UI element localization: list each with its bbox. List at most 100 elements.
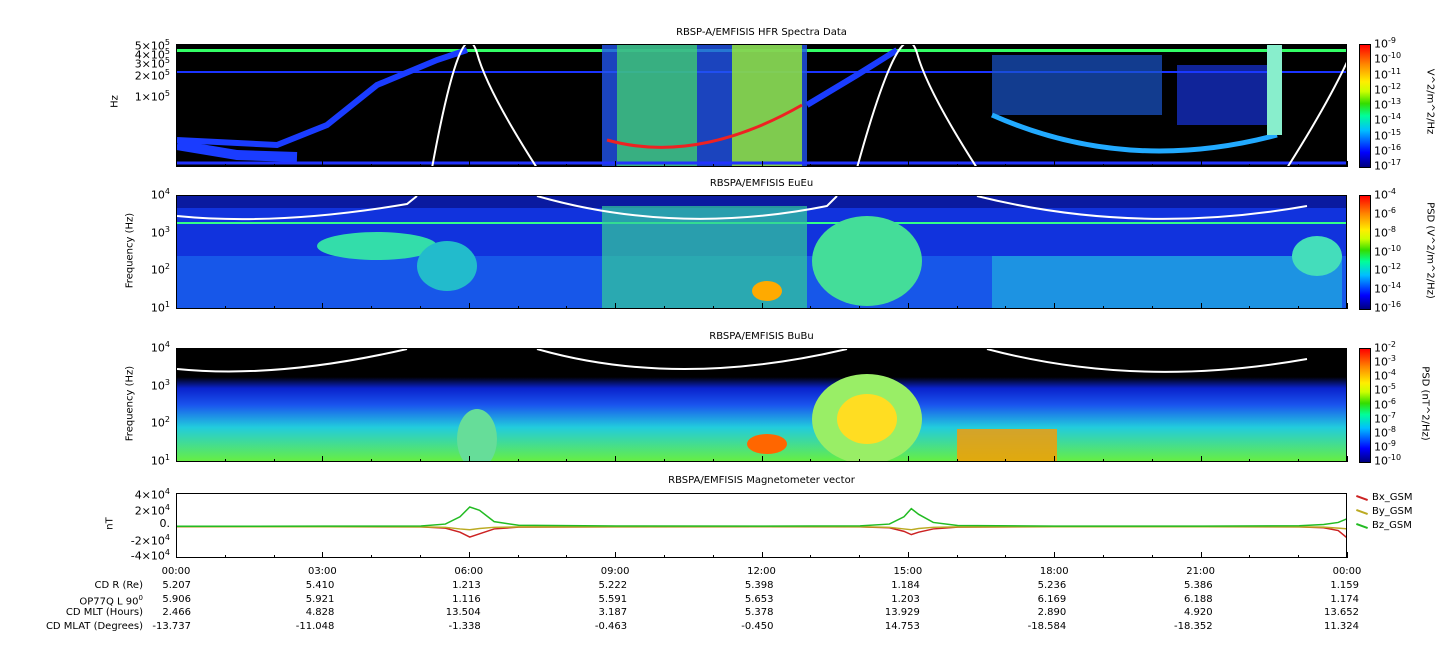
ephemeris-value: 2.466 [162,607,191,618]
x-tick-mark [956,555,958,558]
x-tick-mark [322,552,324,558]
ephemeris-value: 1.174 [1330,593,1359,605]
ephemeris-value: -13.737 [152,620,191,632]
x-tick-mark [761,303,763,309]
ephemeris-value: -11.048 [295,620,335,632]
magnetometer-plot [176,493,1347,558]
x-tick-mark [419,459,421,462]
ytick: 101 [150,300,170,315]
ephemeris-value: -0.463 [594,620,628,632]
ephemeris-value: -1.338 [448,620,481,632]
time-tick-label: 09:00 [600,566,630,577]
x-tick-mark [566,306,568,309]
colorbar-hfr-label: V^2/m^2/Hz [1424,68,1436,135]
time-tick-label: 03:00 [307,566,337,577]
x-tick-mark [1103,555,1105,558]
ephemeris-value: 5.921 [305,593,335,605]
ytick: 102 [150,415,170,430]
ytick: 102 [150,262,170,277]
x-tick-mark [468,456,470,462]
x-tick-mark [517,555,519,558]
x-tick-mark [1200,161,1202,167]
time-tick-label: 21:00 [1186,566,1216,577]
ytick: 1×105 [134,89,170,104]
x-tick-mark [1151,459,1153,462]
x-tick-mark [615,456,617,462]
x-tick-mark [761,456,763,462]
x-tick-mark [1103,459,1105,462]
x-tick-mark [419,555,421,558]
ephemeris-value: 1.116 [452,593,481,605]
ephemeris-value: 4.920 [1183,607,1213,618]
colorbar-tick-label: 10-6 [1374,396,1396,412]
x-tick-mark [1151,164,1153,167]
x-tick-mark [273,164,275,167]
time-tick-label: 06:00 [454,566,484,577]
ephemeris-value: 13.929 [884,607,920,618]
panel3-ylabel: Frequency (Hz) [124,365,136,442]
legend-swatch [1356,522,1368,529]
x-tick-mark [907,456,909,462]
colorbar-hfr [1359,44,1371,168]
x-tick-mark [371,555,373,558]
ephemeris-value: 1.213 [452,580,481,591]
colorbar-tick-label: 10-15 [1374,127,1402,143]
x-tick-mark [859,164,861,167]
x-tick-mark [1054,161,1056,167]
panel2-title: RBSPA/EMFISIS EuEu [709,178,814,189]
ytick: -2×104 [130,533,170,548]
x-tick-mark [419,306,421,309]
x-tick-mark [1298,459,1300,462]
x-tick-mark [273,306,275,309]
x-tick-mark [1005,306,1007,309]
ephemeris-value: 11.324 [1324,620,1359,632]
x-tick-mark [663,164,665,167]
x-tick-mark [1005,459,1007,462]
ephemeris-value: 5.906 [162,593,191,605]
ytick: 104 [150,187,170,202]
x-tick-mark [1200,456,1202,462]
x-tick-mark [1200,303,1202,309]
colorbar-tick-label: 10-8 [1374,224,1396,240]
ephemeris-value: 5.222 [598,580,628,591]
ytick: 2×105 [134,68,170,83]
x-tick-mark [1298,164,1300,167]
x-tick-mark [1347,303,1348,309]
ephemeris-value: 1.203 [891,593,920,605]
series-bx_gsm [177,525,1346,538]
ephemeris-value: 3.187 [598,607,628,618]
bubu-spectrogram [176,348,1347,462]
time-tick-label: 00:00 [161,566,191,577]
x-tick-mark [712,555,714,558]
x-tick-mark [712,164,714,167]
x-tick-mark [907,303,909,309]
x-tick-mark [1249,306,1251,309]
x-tick-mark [273,459,275,462]
x-tick-mark [468,303,470,309]
x-tick-mark [224,555,226,558]
x-tick-mark [956,459,958,462]
x-tick-mark [1054,303,1056,309]
x-tick-mark [956,164,958,167]
ephemeris-value: 6.169 [1037,593,1067,605]
colorbar-tick-label: 10-13 [1374,97,1402,112]
x-tick-mark [810,306,812,309]
x-tick-mark [1005,555,1007,558]
ephemeris-value: 5.653 [744,593,774,605]
x-tick-mark [1347,552,1348,558]
x-tick-mark [224,306,226,309]
x-tick-mark [371,459,373,462]
ephemeris-value: -18.584 [1027,620,1067,632]
hfr-spectrogram-image [177,45,1346,166]
eueu-spectrogram-image [177,196,1346,308]
x-tick-mark [615,552,617,558]
colorbar-tick-label: 10-14 [1374,112,1402,127]
colorbar-tick-label: 10-17 [1374,158,1402,173]
x-tick-mark [1151,306,1153,309]
legend-by: By_GSM [1356,506,1413,517]
ytick: 103 [150,377,170,393]
colorbar-tick-label: 10-10 [1374,51,1402,66]
colorbar-tick-label: 10-2 [1374,340,1396,355]
x-tick-mark [517,459,519,462]
colorbar-bubu-label: PSD (nT^2/Hz) [1419,366,1431,441]
